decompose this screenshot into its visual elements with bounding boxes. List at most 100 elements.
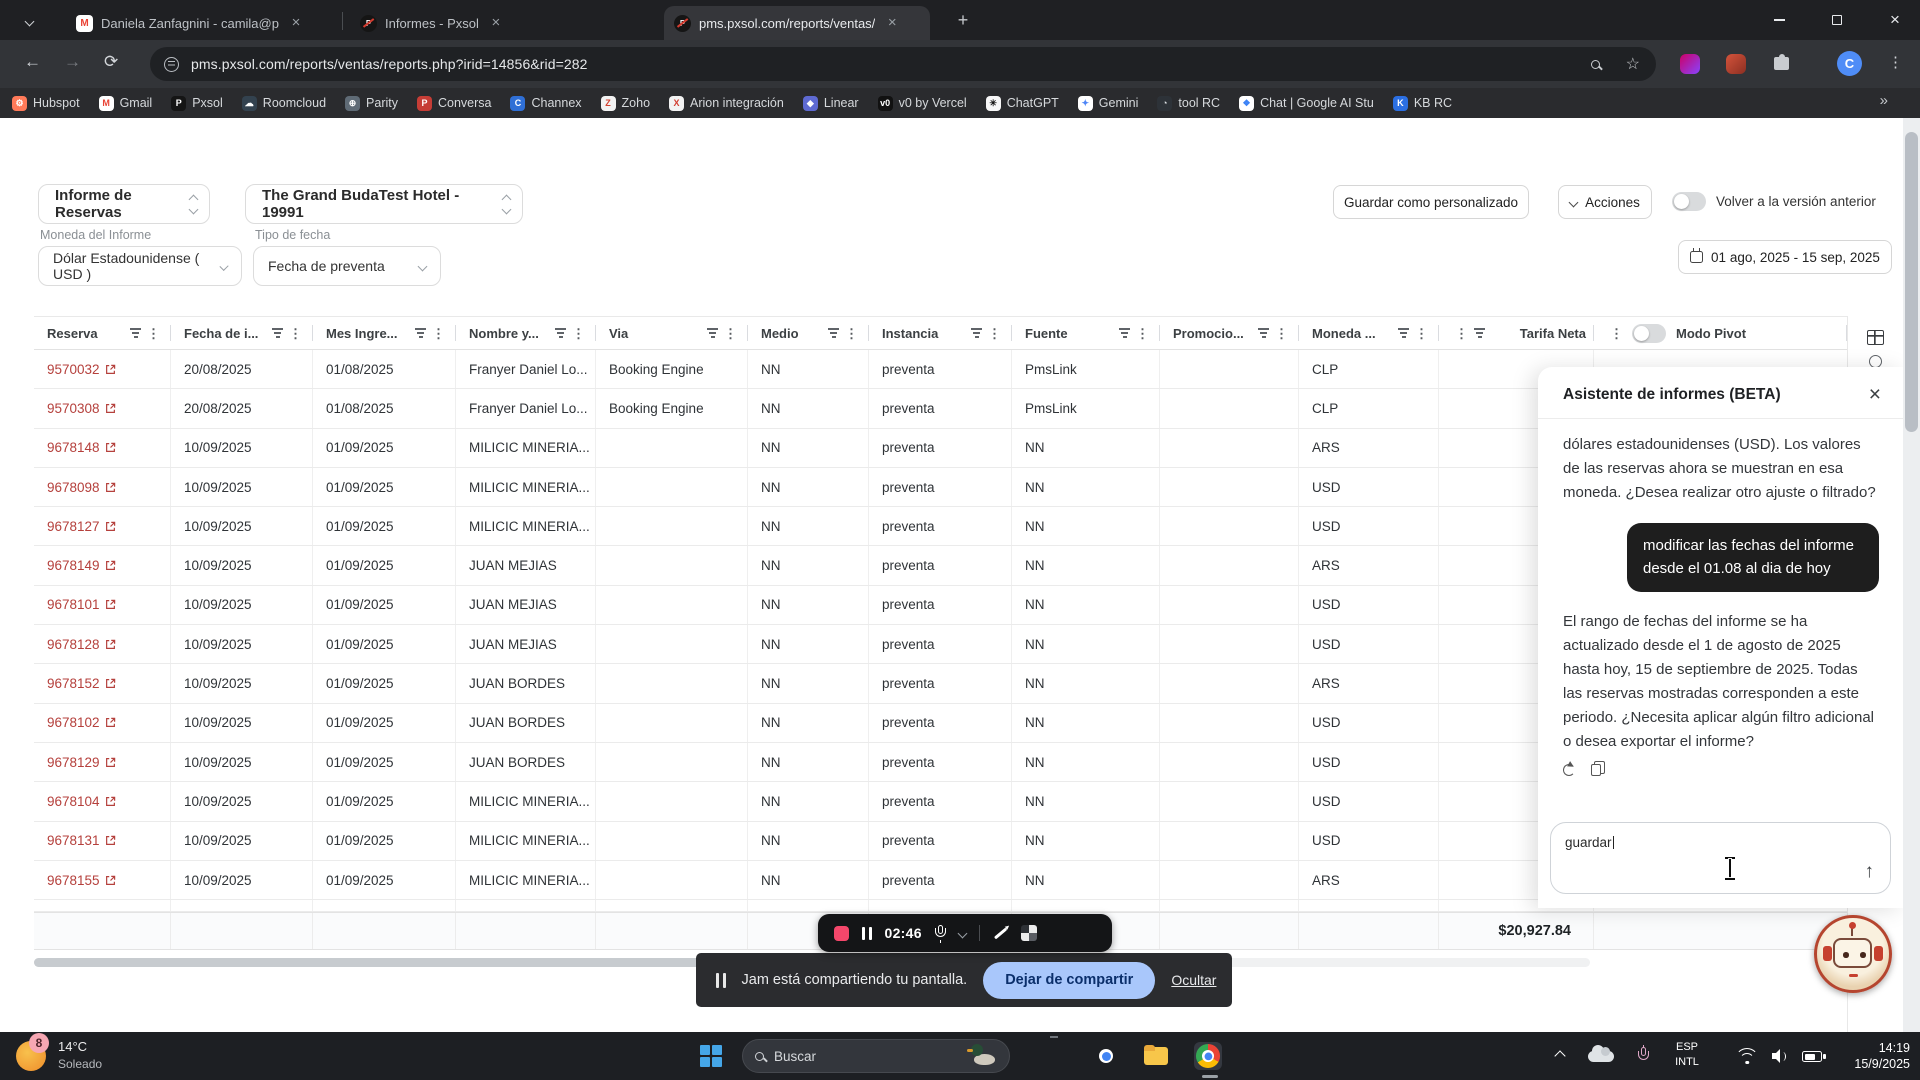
tab-close-icon[interactable]: × <box>883 14 901 32</box>
tray-expand-icon[interactable] <box>1554 1050 1566 1062</box>
filter-icon[interactable] <box>825 325 842 341</box>
bookmark-item[interactable]: ◆ Linear <box>802 95 859 111</box>
horizontal-scrollbar-thumb[interactable] <box>34 958 784 967</box>
bookmarks-overflow-icon[interactable]: » <box>1880 92 1888 109</box>
regenerate-icon[interactable] <box>1563 764 1575 776</box>
bookmark-item[interactable]: X Arion integración <box>669 95 784 111</box>
reservation-link[interactable]: 9678129 <box>34 742 171 782</box>
taskbar-app-chrome-active[interactable] <box>1194 1042 1222 1070</box>
pause-share-icon[interactable] <box>716 972 726 988</box>
column-header-mes[interactable]: Mes Ingre... ⋮ <box>313 317 456 349</box>
bookmark-item[interactable]: P Pxsol <box>171 95 223 111</box>
column-menu-icon[interactable]: ⋮ <box>1412 327 1431 340</box>
column-header-tarifa[interactable]: ⋮ Tarifa Neta <box>1439 317 1594 349</box>
annotate-pen-icon[interactable] <box>993 927 1007 939</box>
legacy-version-toggle[interactable] <box>1672 192 1706 211</box>
pivot-mode-toggle[interactable] <box>1632 323 1666 343</box>
filter-icon[interactable] <box>1395 325 1412 341</box>
stop-sharing-button[interactable]: Dejar de compartir <box>983 961 1156 999</box>
profile-avatar[interactable]: C <box>1837 51 1862 76</box>
column-header-fecha[interactable]: Fecha de i... ⋮ <box>171 317 313 349</box>
bookmark-item[interactable]: ☁ Roomcloud <box>241 95 326 111</box>
reservation-link[interactable]: 9678131 <box>34 821 171 860</box>
bookmark-item[interactable]: ⊕ Parity <box>345 95 398 111</box>
mic-options-chevron-icon[interactable] <box>957 928 968 938</box>
bookmark-item[interactable]: M Gmail <box>98 95 152 111</box>
volume-icon[interactable] <box>1772 1049 1789 1063</box>
close-icon[interactable]: × <box>1869 384 1881 405</box>
vertical-scrollbar[interactable] <box>1903 118 1920 1032</box>
browser-menu-icon[interactable]: ⋮ <box>1888 54 1903 72</box>
language-indicator[interactable]: ESP INTL <box>1664 1040 1710 1070</box>
forward-button[interactable]: → <box>64 52 81 72</box>
taskbar-search[interactable]: Buscar <box>742 1039 1010 1073</box>
reload-button[interactable]: ⟳ <box>104 52 118 72</box>
column-header-medio[interactable]: Medio ⋮ <box>748 317 869 349</box>
window-maximize-button[interactable] <box>1814 0 1860 40</box>
reservation-link[interactable]: 9678128 <box>34 625 171 664</box>
window-close-button[interactable]: × <box>1872 0 1918 40</box>
assistant-robot-avatar[interactable] <box>1814 915 1892 993</box>
bookmark-item[interactable]: ❖ Chat | Google AI Stu <box>1239 95 1374 111</box>
date-range-button[interactable]: 01 ago, 2025 - 15 sep, 2025 <box>1678 240 1892 274</box>
filter-icon[interactable] <box>1255 325 1272 341</box>
hotel-select[interactable]: The Grand BudaTest Hotel - 19991 <box>245 184 523 224</box>
bookmark-item[interactable]: K KB RC <box>1392 95 1452 111</box>
column-header-instancia[interactable]: Instancia ⋮ <box>869 317 1012 349</box>
column-menu-icon[interactable]: ⋮ <box>1452 327 1471 340</box>
start-button[interactable] <box>700 1045 722 1067</box>
filter-icon[interactable] <box>1116 325 1133 341</box>
tab-close-icon[interactable]: × <box>487 14 505 32</box>
reservation-link[interactable]: 9570308 <box>34 389 171 428</box>
stop-recording-icon[interactable] <box>834 925 849 941</box>
vertical-scrollbar-thumb[interactable] <box>1905 132 1918 432</box>
reservation-link[interactable]: 9570032 <box>34 350 171 389</box>
column-menu-icon[interactable]: ⋮ <box>985 327 1004 340</box>
bookmark-item[interactable]: v0 v0 by Vercel <box>877 95 967 111</box>
column-header-reserva[interactable]: Reserva ⋮ <box>34 317 171 349</box>
site-info-icon[interactable] <box>164 56 179 72</box>
filter-icon[interactable] <box>1471 325 1488 341</box>
reservation-link[interactable]: 9678098 <box>34 467 171 507</box>
address-bar[interactable]: pms.pxsol.com/reports/ventas/reports.php… <box>150 47 1656 81</box>
new-tab-button[interactable]: + <box>952 10 974 32</box>
tab-search-button[interactable] <box>14 8 44 34</box>
save-custom-button[interactable]: Guardar como personalizado <box>1333 185 1529 219</box>
mic-icon[interactable] <box>934 924 946 943</box>
bookmark-item[interactable]: Z Zoho <box>600 95 650 111</box>
filter-icon[interactable] <box>412 325 429 341</box>
copy-icon[interactable] <box>1591 761 1605 776</box>
browser-tab-active[interactable]: P pms.pxsol.com/reports/ventas/ × <box>664 6 930 40</box>
column-header-promocion[interactable]: Promocio... ⋮ <box>1160 317 1299 349</box>
column-menu-icon[interactable]: ⋮ <box>1607 327 1626 340</box>
column-header-nombre[interactable]: Nombre y... ⋮ <box>456 317 596 349</box>
browser-tab-2[interactable]: P Informes - Pxsol × <box>350 6 612 40</box>
assistant-input[interactable]: guardar ↑ <box>1550 822 1891 894</box>
battery-icon[interactable] <box>1802 1051 1826 1062</box>
column-menu-icon[interactable]: ⋮ <box>842 327 861 340</box>
reservation-link[interactable]: 9678101 <box>34 585 171 625</box>
wifi-icon[interactable] <box>1736 1048 1758 1064</box>
currency-select[interactable]: Dólar Estadounidense ( USD ) <box>38 246 242 286</box>
actions-button[interactable]: Acciones <box>1558 185 1652 219</box>
reservation-link[interactable]: 9678155 <box>34 860 171 900</box>
filter-icon[interactable] <box>704 325 721 341</box>
reservation-link[interactable]: 9678152 <box>34 664 171 703</box>
bookmark-item[interactable]: P Conversa <box>416 95 491 111</box>
extension-icon-2[interactable] <box>1726 54 1746 74</box>
browser-tab-1[interactable]: M Daniela Zanfagnini - camila@p × <box>66 6 336 40</box>
column-header-fuente[interactable]: Fuente ⋮ <box>1012 317 1160 349</box>
column-menu-icon[interactable]: ⋮ <box>429 327 448 340</box>
columns-panel-icon[interactable] <box>1867 330 1884 345</box>
filter-icon[interactable] <box>127 325 144 341</box>
extension-icon-1[interactable] <box>1680 54 1700 74</box>
reservation-link[interactable]: 9678127 <box>34 507 171 546</box>
report-type-select[interactable]: Informe de Reservas <box>38 184 210 224</box>
column-menu-icon[interactable]: ⋮ <box>569 327 588 340</box>
hide-share-bar-link[interactable]: Ocultar <box>1171 972 1216 988</box>
bookmark-item[interactable]: ✳ ChatGPT <box>985 95 1059 111</box>
filter-icon[interactable] <box>269 325 286 341</box>
column-menu-icon[interactable]: ⋮ <box>144 327 163 340</box>
filter-icon[interactable] <box>552 325 569 341</box>
reservation-link[interactable]: 9678104 <box>34 782 171 821</box>
